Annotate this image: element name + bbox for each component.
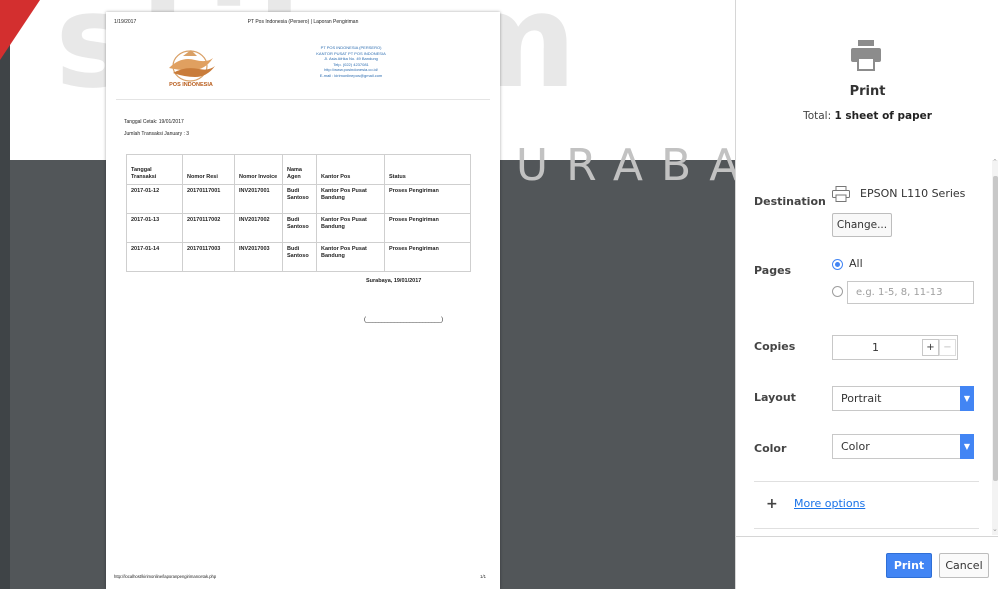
settings-scrollbar-thumb[interactable]: [993, 176, 998, 481]
col-header: Nama Agen: [282, 154, 317, 185]
scroll-up-icon[interactable]: ⌃: [992, 158, 998, 166]
options-divider-bottom: [754, 528, 979, 529]
signature-line: (________________________): [364, 317, 443, 323]
print-settings-panel: Print Total: 1 sheet of paper Destinatio…: [735, 0, 998, 589]
color-select[interactable]: Color ▼: [832, 434, 974, 459]
table-cell: Proses Pengiriman: [384, 184, 471, 214]
cancel-button[interactable]: Cancel: [939, 553, 989, 578]
table-cell: Proses Pengiriman: [384, 242, 471, 272]
table-cell: 2017-01-13: [126, 213, 183, 243]
color-label: Color: [754, 442, 787, 455]
printer-icon: [851, 40, 881, 71]
layout-select[interactable]: Portrait ▼: [832, 386, 974, 411]
table-row: 2017-01-13 20170117002 INV2017002 Budi S…: [126, 213, 471, 243]
pages-all-radio[interactable]: [832, 259, 843, 270]
watermark-stripe-icon: [0, 0, 40, 60]
table-cell: 20170117001: [182, 184, 235, 214]
copies-increment-button[interactable]: +: [922, 339, 939, 356]
table-cell: Budi Santoso: [282, 184, 317, 214]
table-row: 2017-01-14 20170117003 INV2017003 Budi S…: [126, 242, 471, 272]
destination-printer-name: EPSON L110 Series: [860, 187, 966, 200]
table-cell: INV2017002: [234, 213, 283, 243]
print-date: Tanggal Cetak: 19/01/2017: [124, 119, 184, 125]
color-select-value: Color: [841, 440, 870, 453]
col-header: Nomor Invoice: [234, 154, 283, 185]
pages-custom-input[interactable]: e.g. 1-5, 8, 11-13: [847, 281, 974, 304]
page-footer-url: http://localhost/kirimonline/laporanpeng…: [114, 574, 217, 579]
transaction-count: Jumlah Transaksi January : 3: [124, 131, 190, 137]
table-cell: 20170117003: [182, 242, 235, 272]
col-header: Status: [384, 154, 471, 185]
page-footer-number: 1/1: [480, 574, 486, 579]
change-destination-button[interactable]: Change...: [832, 213, 892, 237]
sheet-total: Total: 1 sheet of paper: [736, 110, 998, 122]
print-panel-header: Print Total: 1 sheet of paper: [736, 0, 998, 155]
report-table: Tanggal Transaksi Nomor Resi Nomor Invoi…: [126, 154, 471, 272]
signature-place-date: Surabaya, 19/01/2017: [366, 278, 422, 284]
company-info: PT POS INDONESIA (PERSERO) KANTOR PUSAT …: [296, 45, 406, 79]
print-preview-area: stikom SURABAYA 1/19/2017 PT Pos Indones…: [0, 0, 735, 589]
table-row: 2017-01-12 20170117001 INV2017001 Budi S…: [126, 184, 471, 214]
layout-select-value: Portrait: [841, 392, 882, 405]
table-cell: Kantor Pos Pusat Bandung: [316, 184, 385, 214]
table-cell: 2017-01-14: [126, 242, 183, 272]
table-cell: Budi Santoso: [282, 242, 317, 272]
table-header-row: Tanggal Transaksi Nomor Resi Nomor Invoi…: [126, 154, 471, 185]
sheet-total-prefix: Total:: [803, 110, 835, 122]
footer-divider: [736, 536, 998, 537]
print-button[interactable]: Print: [886, 553, 932, 578]
header-divider: [116, 99, 490, 100]
copies-stepper[interactable]: 1 + −: [832, 335, 958, 360]
col-header: Nomor Resi: [182, 154, 235, 185]
print-heading: Print: [849, 84, 886, 99]
copies-input[interactable]: 1: [833, 336, 918, 359]
pages-custom-radio[interactable]: [832, 286, 843, 297]
company-email: E-mail : kirimonlinepos@gmail.com: [319, 72, 383, 78]
pages-all-label[interactable]: All: [849, 257, 863, 270]
destination-label: Destination: [754, 195, 826, 208]
table-cell: Kantor Pos Pusat Bandung: [316, 213, 385, 243]
scroll-down-icon[interactable]: ⌄: [992, 525, 998, 533]
copies-decrement-button[interactable]: −: [939, 339, 956, 356]
table-cell: INV2017001: [234, 184, 283, 214]
col-header: Tanggal Transaksi: [126, 154, 183, 185]
table-cell: Budi Santoso: [282, 213, 317, 243]
plus-icon[interactable]: +: [766, 496, 778, 512]
logo-text: POS INDONESIA: [169, 82, 213, 88]
more-options-link[interactable]: More options: [794, 497, 865, 510]
options-divider-top: [754, 481, 979, 482]
layout-label: Layout: [754, 391, 796, 404]
chevron-down-icon[interactable]: ▼: [960, 386, 974, 411]
table-cell: Kantor Pos Pusat Bandung: [316, 242, 385, 272]
table-cell: Proses Pengiriman: [384, 213, 471, 243]
watermark-subword: SURABAYA: [470, 140, 735, 191]
destination-printer-icon: [832, 186, 850, 202]
page-header-title: PT Pos Indonesia (Persero) | Laporan Pen…: [247, 19, 359, 25]
copies-label: Copies: [754, 340, 796, 353]
pages-label: Pages: [754, 264, 792, 277]
table-cell: INV2017003: [234, 242, 283, 272]
table-cell: 2017-01-12: [126, 184, 183, 214]
preview-page: 1/19/2017 PT Pos Indonesia (Persero) | L…: [106, 12, 500, 589]
chevron-down-icon[interactable]: ▼: [960, 434, 974, 459]
col-header: Kantor Pos: [316, 154, 385, 185]
sheet-total-value: 1 sheet of paper: [834, 110, 932, 122]
table-cell: 20170117002: [182, 213, 235, 243]
